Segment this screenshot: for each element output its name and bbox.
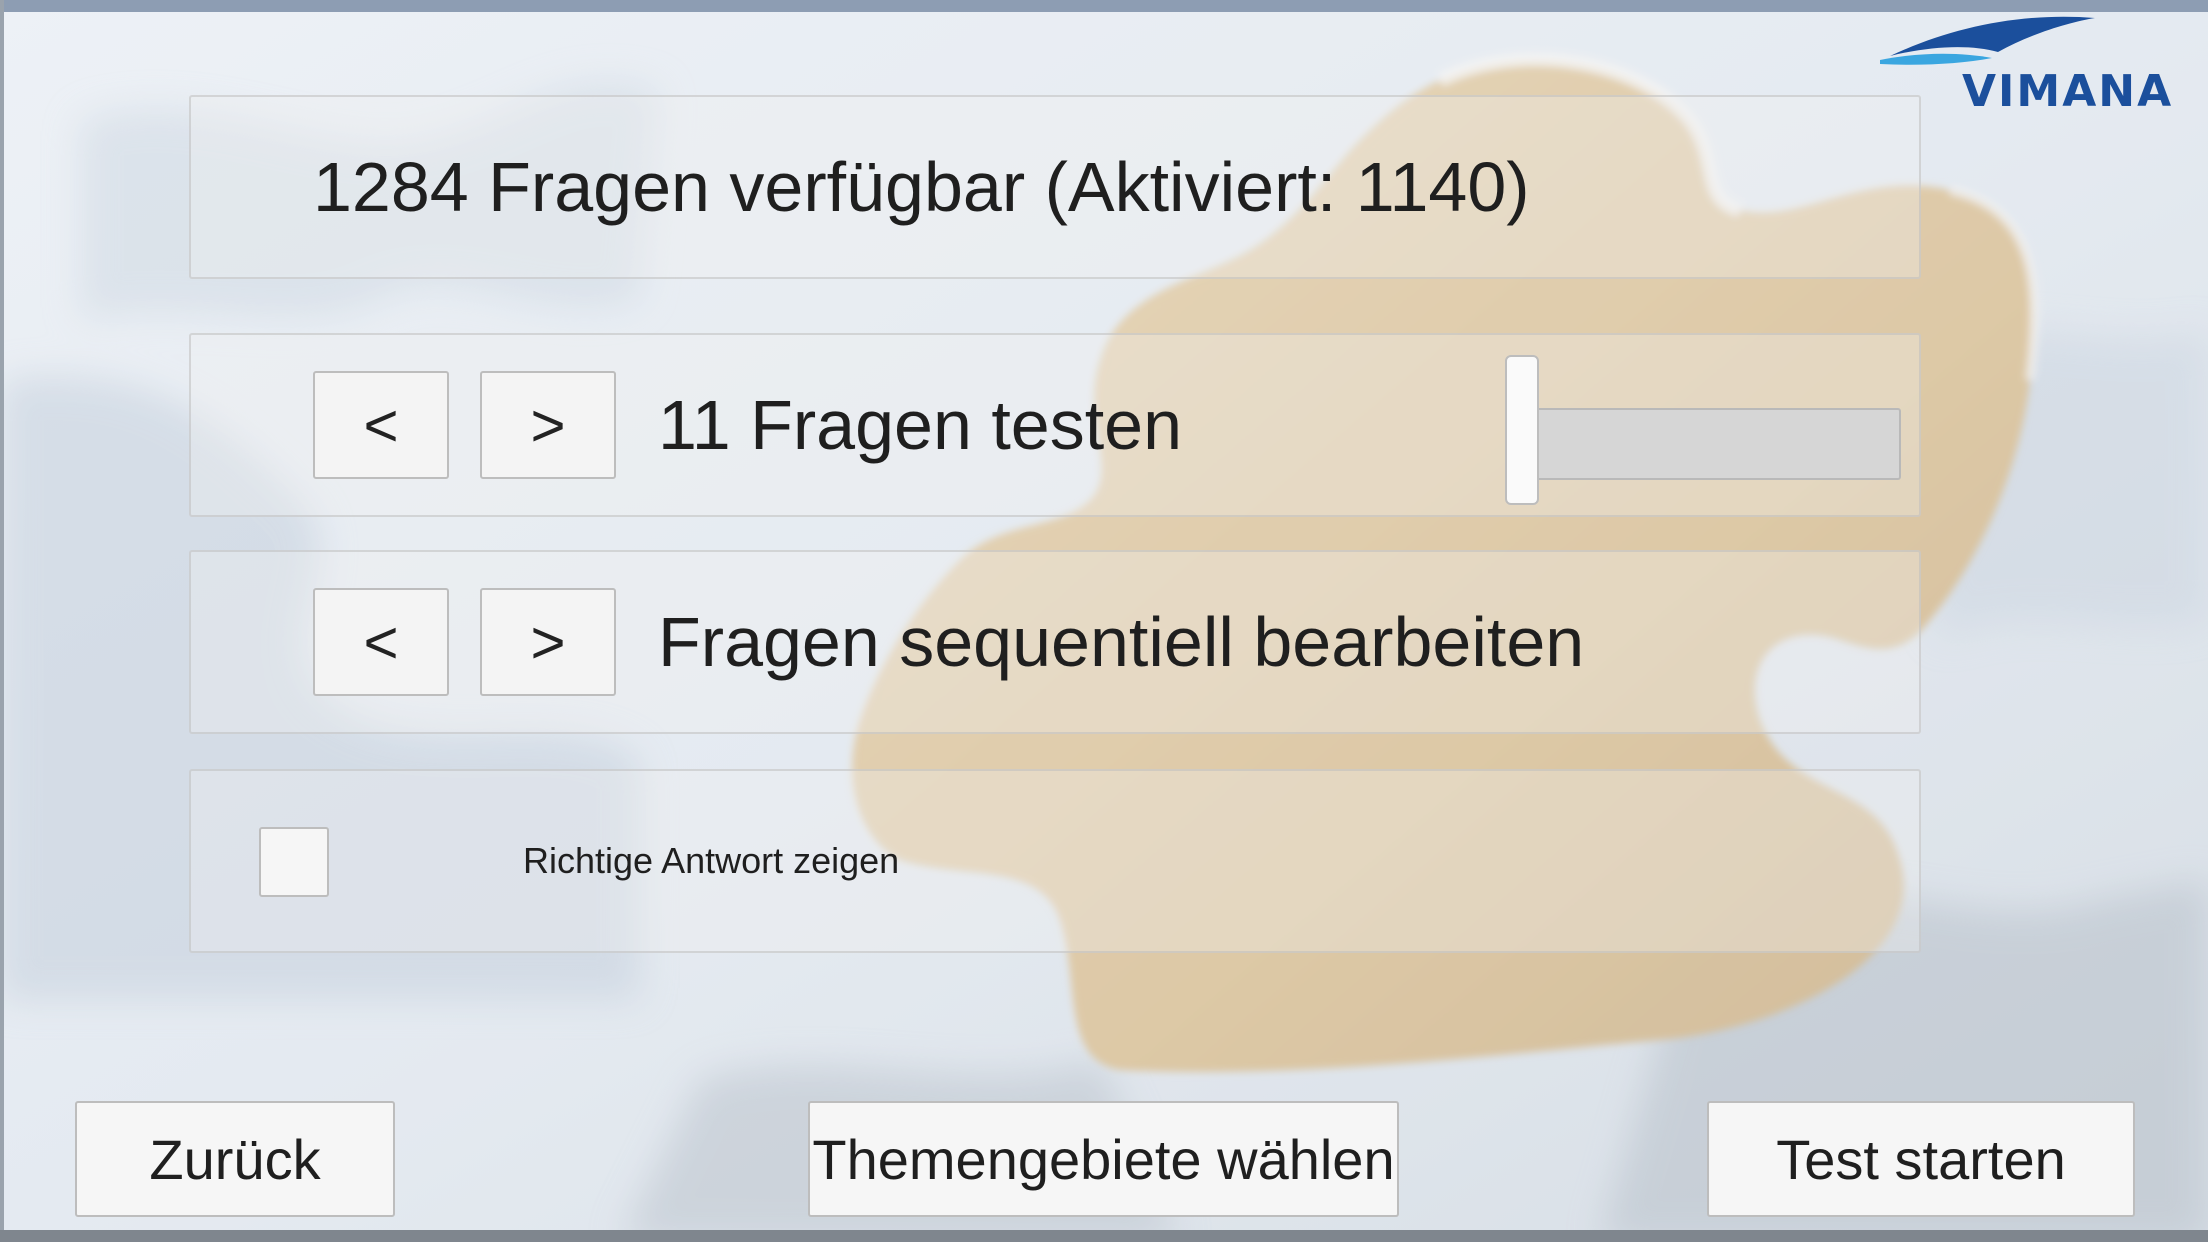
bottom-border — [0, 1230, 2208, 1242]
question-count-slider[interactable] — [1505, 355, 1905, 507]
question-count-decrease-button[interactable]: < — [313, 371, 449, 479]
mode-previous-button[interactable]: < — [313, 588, 449, 696]
show-answer-panel: Richtige Antwort zeigen — [189, 769, 1921, 953]
slider-handle[interactable] — [1505, 355, 1539, 505]
mode-next-button[interactable]: > — [480, 588, 616, 696]
question-count-text: 11 Fragen testen — [658, 386, 1183, 464]
question-count-panel: < > 11 Fragen testen — [189, 333, 1921, 517]
logo-text: VIMANA — [1962, 66, 2174, 117]
choose-topics-button[interactable]: Themengebiete wählen — [808, 1101, 1399, 1217]
question-mode-text: Fragen sequentiell bearbeiten — [658, 603, 1585, 681]
question-count-increase-button[interactable]: > — [480, 371, 616, 479]
top-border — [0, 0, 2208, 12]
left-border — [0, 0, 4, 1242]
back-button[interactable]: Zurück — [75, 1101, 395, 1217]
question-mode-panel: < > Fragen sequentiell bearbeiten — [189, 550, 1921, 734]
available-questions-panel: 1284 Fragen verfügbar (Aktiviert: 1140) — [189, 95, 1921, 279]
start-test-button[interactable]: Test starten — [1707, 1101, 2135, 1217]
show-answer-checkbox[interactable] — [259, 827, 329, 897]
show-answer-label: Richtige Antwort zeigen — [523, 840, 900, 881]
slider-track[interactable] — [1505, 408, 1901, 480]
available-questions-text: 1284 Fragen verfügbar (Aktiviert: 1140) — [313, 148, 1530, 226]
vimana-logo: VIMANA — [1880, 8, 2180, 118]
